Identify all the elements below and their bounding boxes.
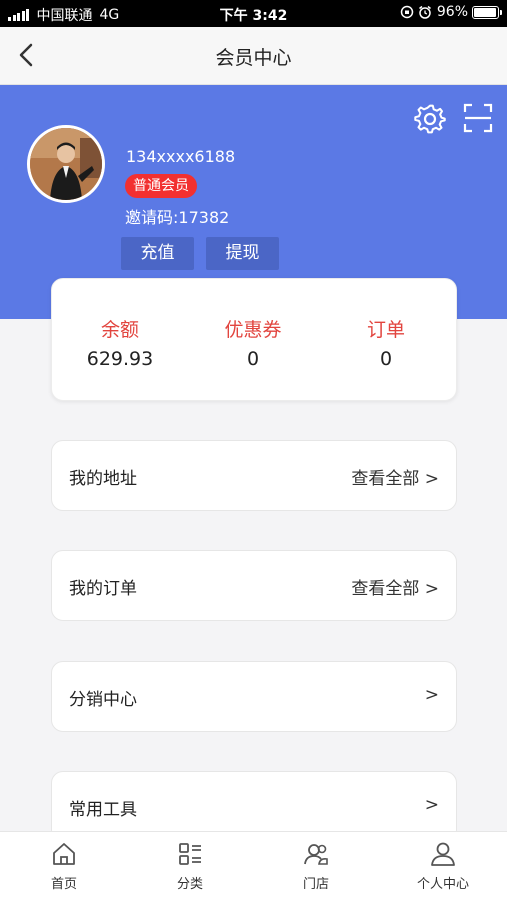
alarm-icon (418, 5, 431, 19)
gear-icon (414, 104, 446, 134)
settings-button[interactable] (413, 102, 447, 136)
profile-icon (431, 842, 455, 866)
battery-percent: 96% (436, 4, 468, 20)
menu-item-orders[interactable]: 我的订单 查看全部 > (51, 550, 457, 621)
home-icon (53, 843, 75, 865)
menu-item-label: 分销中心 (69, 690, 137, 710)
rotation-lock-icon (400, 5, 414, 19)
battery-icon (472, 5, 502, 19)
stat-value: 0 (246, 348, 260, 370)
menu-item-label: 我的地址 (69, 469, 137, 489)
stat-balance[interactable]: 余额 629.93 (55, 315, 185, 370)
scan-button[interactable] (461, 101, 495, 135)
chevron-right-icon: > (424, 685, 439, 705)
invite-code-row: 邀请码:17382 (125, 204, 229, 228)
menu-item-address[interactable]: 我的地址 查看全部 > (51, 440, 457, 511)
view-all-link[interactable]: 查看全部 > (351, 574, 439, 599)
status-right: 96% (400, 4, 502, 20)
stat-label: 订单 (366, 319, 405, 341)
stat-value: 0 (379, 348, 393, 370)
menu-item-label: 常用工具 (69, 800, 137, 820)
stat-coupons[interactable]: 优惠券 0 (188, 315, 318, 370)
chevron-right-icon: > (424, 795, 439, 815)
page-title: 会员中心 (215, 47, 292, 69)
stat-orders[interactable]: 订单 0 (321, 315, 451, 370)
menu-item-distribution[interactable]: 分销中心 > (51, 661, 457, 732)
tab-profile[interactable]: 个人中心 (380, 840, 506, 892)
stat-label: 余额 (100, 319, 139, 341)
tab-label: 个人中心 (416, 877, 469, 892)
tab-label: 首页 (50, 877, 77, 892)
avatar-photo (30, 128, 102, 200)
stats-card: 余额 629.93 优惠券 0 订单 0 (51, 278, 457, 401)
battery-level (474, 7, 497, 17)
nav-bar: 会员中心 (0, 27, 507, 85)
invite-code-value: 17382 (178, 208, 230, 227)
scan-icon (463, 103, 493, 133)
store-icon (304, 844, 328, 865)
member-level-badge: 普通会员 (125, 174, 197, 198)
avatar[interactable] (27, 125, 105, 203)
status-bar: 中国联通 4G 下午 3:42 96% (0, 0, 507, 27)
stat-label: 优惠券 (224, 319, 282, 341)
tab-label: 门店 (302, 877, 329, 892)
tab-category[interactable]: 分类 (127, 840, 253, 892)
view-all-link[interactable]: 查看全部 > (351, 464, 439, 489)
invite-code-label: 邀请码: (125, 208, 179, 227)
tab-bar: 首页 分类 门店 个人中心 (0, 831, 507, 900)
menu-item-label: 我的订单 (69, 579, 137, 599)
recharge-button[interactable]: 充值 (121, 237, 194, 270)
withdraw-button[interactable]: 提现 (206, 237, 279, 270)
tab-label: 分类 (176, 877, 203, 892)
tab-store[interactable]: 门店 (253, 840, 379, 892)
category-icon (179, 843, 201, 865)
stat-value: 629.93 (86, 348, 154, 370)
user-phone: 134xxxx6188 (126, 147, 236, 166)
tab-home[interactable]: 首页 (1, 840, 127, 892)
